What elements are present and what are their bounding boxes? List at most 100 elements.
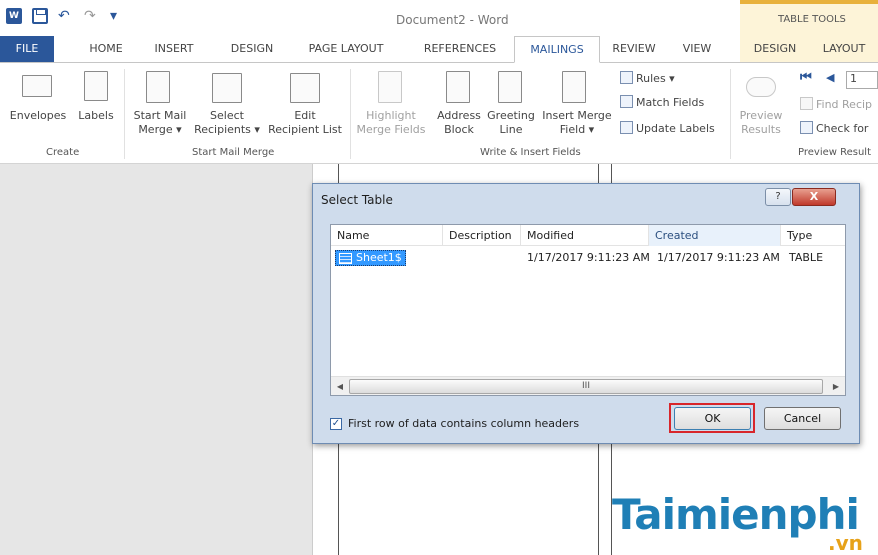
tab-table-design[interactable]: DESIGN	[740, 36, 810, 63]
ok-button[interactable]: OK	[674, 407, 751, 430]
save-icon[interactable]	[32, 8, 48, 24]
address-line2: Block	[444, 123, 474, 136]
column-header-name[interactable]: Name	[331, 225, 443, 246]
tab-insert[interactable]: INSERT	[144, 36, 204, 63]
table-icon	[339, 253, 352, 264]
tab-page-layout[interactable]: PAGE LAYOUT	[296, 36, 396, 63]
tab-file[interactable]: FILE	[0, 36, 54, 63]
rules-label: Rules ▾	[636, 72, 675, 85]
envelopes-button[interactable]: Envelopes	[4, 109, 72, 123]
select-recipients-line1: Select	[210, 109, 244, 122]
edit-recipient-list-button[interactable]: Edit Recipient List	[264, 109, 346, 137]
match-fields-icon	[620, 95, 633, 108]
greeting-line1: Greeting	[487, 109, 535, 122]
column-header-modified[interactable]: Modified	[521, 225, 649, 246]
title-bar: W ↶ ↷ ▾ Document2 - Word TABLE TOOLS	[0, 0, 878, 36]
tab-review[interactable]: REVIEW	[604, 36, 664, 63]
greeting-line-icon	[498, 71, 522, 103]
first-row-headers-option[interactable]: ✓ First row of data contains column head…	[330, 417, 579, 430]
find-recipient-button[interactable]: Find Recip	[800, 97, 872, 112]
update-labels-label: Update Labels	[636, 122, 715, 135]
tab-home[interactable]: HOME	[78, 36, 134, 63]
check-for-errors-icon	[800, 121, 813, 134]
first-row-headers-checkbox[interactable]: ✓	[330, 417, 342, 430]
address-block-icon	[446, 71, 470, 103]
edit-recipient-list-icon	[290, 73, 320, 103]
highlight-merge-fields-button[interactable]: Highlight Merge Fields	[354, 109, 428, 137]
table-row[interactable]: Sheet1$ 1/17/2017 9:11:23 AM 1/17/2017 9…	[331, 249, 845, 267]
row-name-text: Sheet1$	[356, 251, 402, 264]
horizontal-scrollbar[interactable]: ◀ III ▶	[331, 376, 845, 395]
select-table-dialog: Select Table ? X Name Description Modifi…	[312, 183, 860, 444]
group-label-start-mail-merge: Start Mail Merge	[192, 147, 275, 158]
list-header: Name Description Modified Created Type	[331, 225, 845, 246]
match-fields-label: Match Fields	[636, 96, 705, 109]
tab-table-layout[interactable]: LAYOUT	[810, 36, 878, 63]
undo-icon[interactable]: ↶	[58, 8, 74, 24]
update-labels-button[interactable]: Update Labels	[620, 121, 715, 136]
match-fields-button[interactable]: Match Fields	[620, 95, 704, 110]
highlight-line2: Merge Fields	[356, 123, 426, 136]
update-labels-icon	[620, 121, 633, 134]
column-header-created[interactable]: Created	[649, 225, 781, 246]
record-number-input[interactable]: 1	[846, 71, 878, 89]
scroll-left-icon[interactable]: ◀	[333, 380, 347, 393]
column-header-type[interactable]: Type	[781, 225, 845, 246]
document-title: Document2 - Word	[396, 13, 509, 27]
column-header-description[interactable]: Description	[443, 225, 521, 246]
tab-design[interactable]: DESIGN	[222, 36, 282, 63]
tables-list[interactable]: Name Description Modified Created Type S…	[330, 224, 846, 396]
scroll-thumb[interactable]: III	[349, 379, 823, 394]
row-name-cell[interactable]: Sheet1$	[335, 250, 406, 266]
start-mail-merge-line1: Start Mail	[133, 109, 187, 122]
redo-icon[interactable]: ↷	[84, 8, 100, 24]
edit-recipient-list-line2: Recipient List	[268, 123, 342, 136]
row-created-cell: 1/17/2017 9:11:23 AM	[657, 251, 780, 264]
select-recipients-line2: Recipients ▾	[194, 123, 260, 136]
greeting-line2: Line	[499, 123, 523, 136]
watermark-logo: Taimienphi	[612, 490, 860, 539]
insert-merge-field-button[interactable]: Insert Merge Field ▾	[538, 109, 616, 137]
group-label-preview: Preview Result	[798, 147, 872, 158]
preview-line2: Results	[741, 123, 781, 136]
labels-icon	[84, 71, 108, 101]
start-mail-merge-icon	[146, 71, 170, 103]
word-app-icon[interactable]: W	[6, 8, 22, 24]
ribbon-tabs: FILE HOME INSERT DESIGN PAGE LAYOUT REFE…	[0, 36, 878, 63]
check-for-errors-button[interactable]: Check for	[800, 121, 868, 136]
edit-recipient-list-line1: Edit	[294, 109, 316, 122]
ribbon: Envelopes Labels Create Start Mail Merge…	[0, 62, 878, 164]
address-block-button[interactable]: Address Block	[434, 109, 484, 137]
row-description-cell	[449, 249, 519, 267]
watermark-logo-suffix: .vn	[828, 531, 863, 555]
customize-toolbar-icon[interactable]: ▾	[110, 8, 126, 24]
group-separator	[124, 69, 125, 159]
preview-results-button[interactable]: Preview Results	[734, 109, 788, 137]
check-for-errors-label: Check for	[816, 122, 869, 135]
select-recipients-icon	[212, 73, 242, 103]
tab-view[interactable]: VIEW	[672, 36, 722, 63]
cancel-button[interactable]: Cancel	[764, 407, 841, 430]
scroll-right-icon[interactable]: ▶	[829, 380, 843, 393]
previous-record-icon[interactable]: ◀	[826, 71, 834, 85]
insert-merge-field-icon	[562, 71, 586, 103]
rules-button[interactable]: Rules ▾	[620, 71, 675, 86]
labels-button[interactable]: Labels	[78, 109, 114, 123]
tab-references[interactable]: REFERENCES	[412, 36, 508, 63]
greeting-line-button[interactable]: Greeting Line	[484, 109, 538, 137]
find-recipient-icon	[800, 97, 813, 110]
help-icon[interactable]: ?	[765, 188, 791, 206]
row-modified-cell: 1/17/2017 9:11:23 AM	[527, 251, 650, 264]
first-record-icon[interactable]: ⏮	[800, 71, 812, 85]
highlight-line1: Highlight	[366, 109, 416, 122]
insert-merge-line2: Field ▾	[559, 123, 595, 136]
select-recipients-button[interactable]: Select Recipients ▾	[192, 109, 262, 137]
row-type-cell: TABLE	[789, 251, 824, 264]
group-label-create: Create	[46, 147, 80, 158]
preview-line1: Preview	[739, 109, 783, 122]
close-icon[interactable]: X	[792, 188, 836, 206]
address-line1: Address	[437, 109, 481, 122]
tab-mailings[interactable]: MAILINGS	[514, 36, 600, 63]
start-mail-merge-button[interactable]: Start Mail Merge ▾	[130, 109, 190, 137]
find-recipient-label: Find Recip	[816, 98, 873, 111]
